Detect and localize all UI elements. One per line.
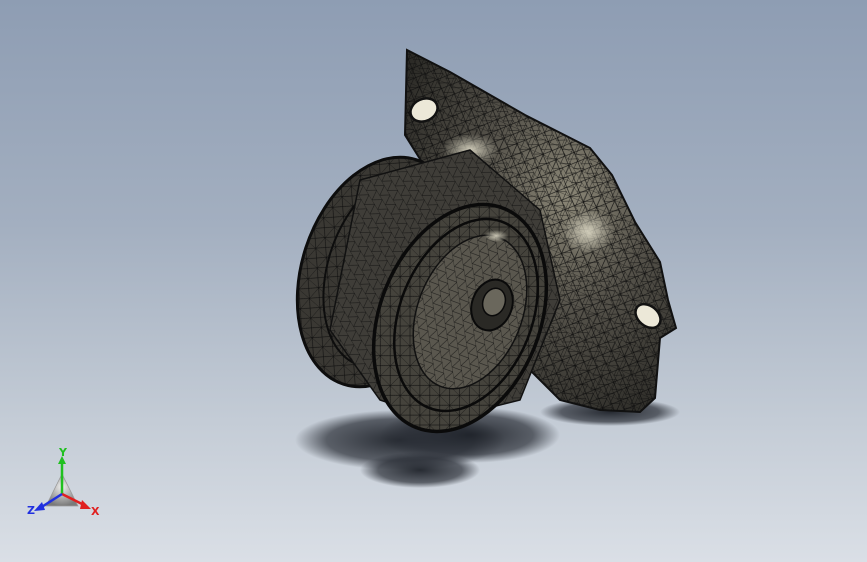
y-axis-label: Y (58, 448, 68, 459)
3d-viewport[interactable]: Y X Z (0, 0, 867, 562)
mesh-model[interactable] (0, 0, 867, 562)
x-axis-label: X (91, 505, 100, 518)
z-axis-label: Z (27, 504, 35, 517)
orientation-triad[interactable]: Y X Z (24, 448, 104, 528)
